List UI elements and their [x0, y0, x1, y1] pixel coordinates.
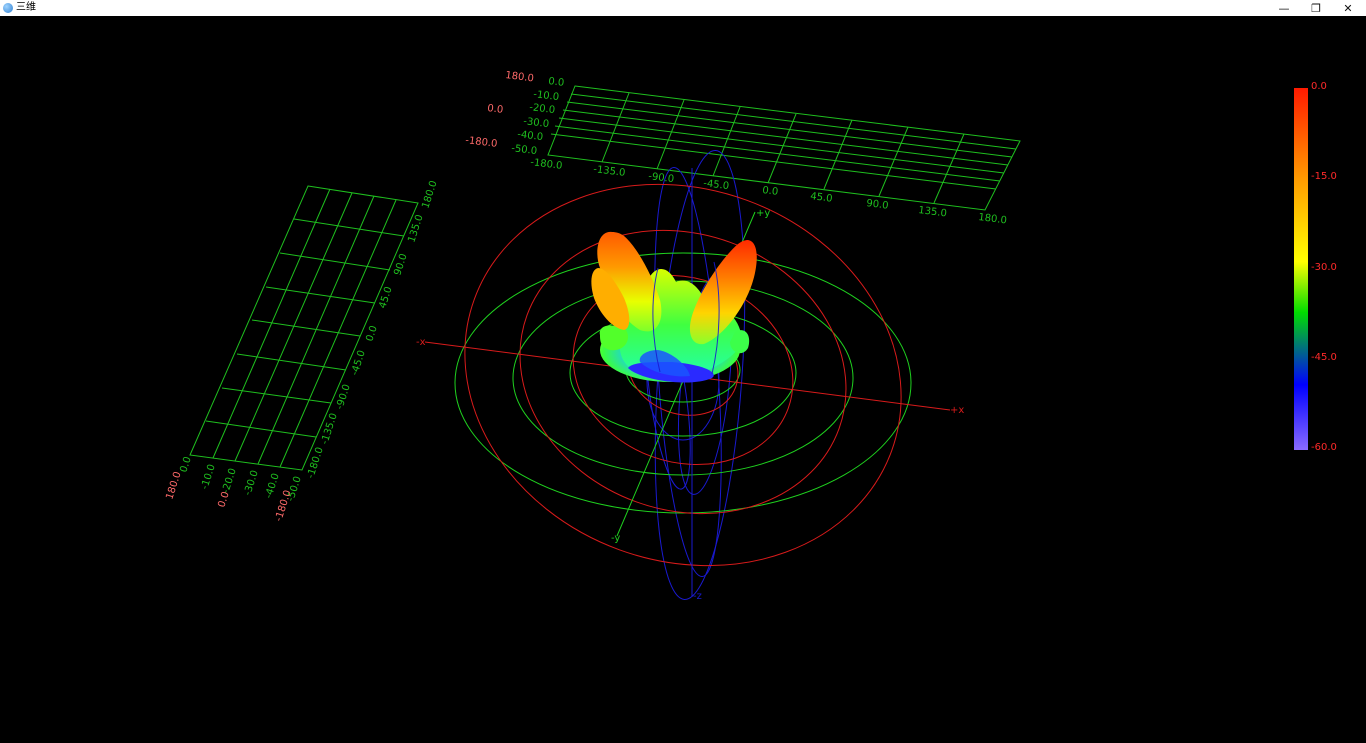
side-db-tick: -10.0 — [199, 463, 217, 491]
back-db-tick: 0.0 — [548, 76, 565, 89]
axis-labels: +x -x +y -y -z — [416, 208, 964, 602]
back-grid-panel — [547, 85, 1021, 211]
back-side-label: 0.0 — [487, 103, 504, 116]
back-panel-db-ticks: 0.0 -10.0 -20.0 -30.0 -40.0 -50.0 — [511, 76, 565, 157]
axis-label-minus-x: -x — [416, 337, 426, 348]
side-y-tick: 45.0 — [377, 285, 394, 310]
axis-label-minus-y: -y — [611, 533, 620, 544]
axis-label-plus-y: +y — [756, 208, 770, 219]
back-db-tick: -10.0 — [533, 89, 560, 103]
colorbar-label: -60.0 — [1311, 442, 1337, 453]
back-x-tick: -135.0 — [593, 164, 626, 179]
colorbar-label: 0.0 — [1311, 81, 1327, 92]
side-y-tick: -45.0 — [349, 349, 367, 377]
restore-icon: ❐ — [1311, 1, 1321, 15]
3d-viewport[interactable]: -180.0 -135.0 -90.0 -45.0 0.0 45.0 90.0 … — [0, 16, 1366, 739]
side-grid-panel — [189, 185, 419, 471]
side-panel-y-ticks: 180.0 135.0 90.0 45.0 0.0 -45.0 -90.0 -1… — [305, 179, 439, 480]
colorbar-labels: 0.0 -15.0 -30.0 -45.0 -60.0 — [1311, 81, 1337, 453]
back-x-tick: 0.0 — [762, 185, 779, 198]
side-side-label: 0.0 — [216, 490, 231, 509]
back-side-label: 180.0 — [505, 70, 535, 84]
side-y-tick: 180.0 — [420, 179, 439, 210]
app-globe-icon — [3, 3, 13, 13]
close-icon: ✕ — [1343, 1, 1353, 15]
radiation-pattern-surface — [591, 231, 757, 383]
back-side-label: -180.0 — [465, 135, 498, 150]
back-x-tick: -45.0 — [703, 178, 730, 192]
back-x-tick: 180.0 — [978, 212, 1008, 226]
back-x-tick: 135.0 — [918, 205, 948, 219]
side-y-tick: 135.0 — [406, 213, 425, 244]
back-db-tick: -50.0 — [511, 143, 538, 157]
colorbar-label: -30.0 — [1311, 262, 1337, 273]
back-x-tick: -180.0 — [530, 157, 563, 172]
close-button[interactable]: ✕ — [1330, 0, 1366, 16]
back-db-tick: -40.0 — [517, 129, 544, 143]
side-side-label: -180.0 — [273, 489, 293, 523]
colorbar-gradient — [1294, 88, 1308, 450]
side-side-label: 180.0 — [164, 470, 183, 501]
colorbar-label: -45.0 — [1311, 352, 1337, 363]
radiation-pattern-plot: -180.0 -135.0 -90.0 -45.0 0.0 45.0 90.0 … — [164, 70, 1337, 602]
side-db-tick: -20.0 — [220, 467, 238, 495]
side-y-tick: 0.0 — [364, 324, 379, 343]
back-db-tick: -20.0 — [529, 102, 556, 116]
back-x-tick: -90.0 — [648, 171, 675, 185]
side-y-tick: -135.0 — [319, 412, 339, 446]
window-title: 三维 — [16, 2, 36, 13]
window-titlebar[interactable]: 三维 — ❐ ✕ — [0, 0, 1366, 16]
side-db-tick: -30.0 — [242, 469, 260, 497]
side-y-tick: -180.0 — [305, 446, 325, 480]
side-db-tick: 0.0 — [178, 455, 193, 474]
back-x-tick: 90.0 — [866, 198, 889, 212]
minimize-button[interactable]: — — [1266, 0, 1302, 16]
side-db-tick: -40.0 — [263, 472, 281, 500]
colorbar-label: -15.0 — [1311, 171, 1337, 182]
side-y-tick: -90.0 — [334, 383, 352, 411]
back-db-tick: -30.0 — [523, 116, 550, 130]
back-x-tick: 45.0 — [810, 191, 833, 205]
restore-button[interactable]: ❐ — [1298, 0, 1334, 16]
axis-label-minus-z: -z — [693, 591, 702, 602]
axis-label-plus-x: +x — [950, 405, 964, 416]
minimize-icon: — — [1278, 1, 1290, 15]
